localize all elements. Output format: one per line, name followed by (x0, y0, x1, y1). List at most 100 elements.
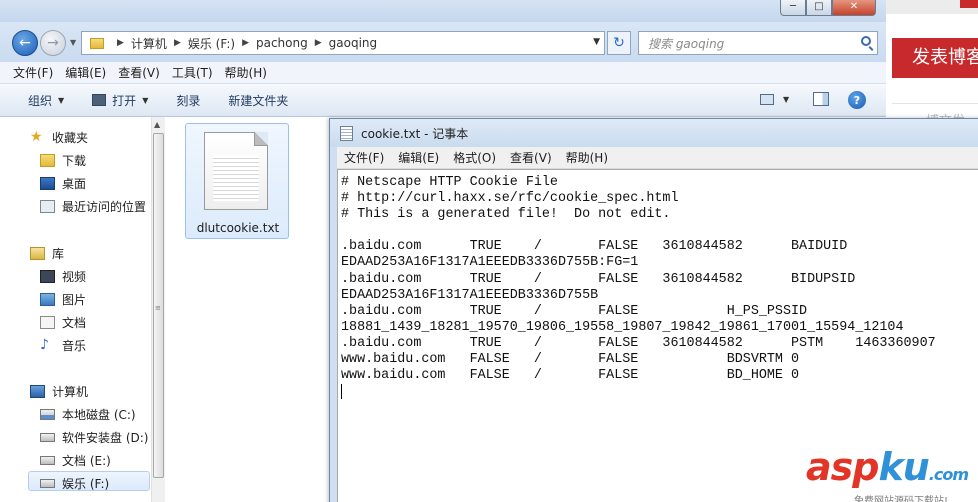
np-menu-format[interactable]: 格式(O) (453, 149, 496, 166)
watermark-ku: ku (878, 445, 929, 489)
nav-label: 音乐 (62, 339, 87, 353)
nav-drive-d[interactable]: 软件安装盘 (D:) (40, 429, 148, 446)
nav-label: 文档 (62, 316, 87, 330)
text-line: # http://curl.haxx.se/rfc/cookie_spec.ht… (341, 191, 679, 207)
nav-label: 计算机 (52, 385, 89, 399)
text-line: www.baidu.com FALSE / FALSE BDSVRTM 0 (341, 352, 800, 368)
nav-drive-f[interactable]: 娱乐 (F:) (40, 475, 109, 492)
recent-pages-arrow-icon[interactable]: ▼ (70, 38, 76, 47)
computer-icon (30, 385, 45, 398)
text-file-icon (204, 132, 268, 210)
publish-blog-button[interactable]: 发表博客 (892, 38, 978, 78)
chevron-right-icon[interactable]: ▶ (242, 38, 249, 48)
chevron-down-icon[interactable]: ▼ (783, 95, 789, 104)
burn-button[interactable]: 刻录 (176, 92, 200, 109)
chevron-right-icon[interactable]: ▶ (315, 38, 322, 48)
desktop-icon (40, 177, 55, 190)
chevron-right-icon[interactable]: ▶ (117, 38, 124, 48)
menu-tools[interactable]: 工具(T) (172, 64, 213, 81)
nav-scrollbar[interactable]: ▲ ≡ (151, 117, 165, 502)
menu-file[interactable]: 文件(F) (13, 64, 53, 81)
breadcrumb-computer[interactable]: 计算机 (131, 35, 167, 52)
nav-libraries[interactable]: 库 (30, 245, 64, 262)
menu-view[interactable]: 查看(V) (118, 64, 160, 81)
nav-desktop[interactable]: 桌面 (40, 175, 86, 192)
command-bar: 组织 ▼ 打开 ▼ 刻录 新建文件夹 (0, 84, 886, 117)
open-button[interactable]: 打开 ▼ (92, 92, 148, 109)
refresh-button[interactable]: ↻ (607, 31, 631, 55)
np-menu-help[interactable]: 帮助(H) (566, 149, 608, 166)
nav-documents[interactable]: 文档 (40, 314, 86, 331)
text-line: .baidu.com TRUE / FALSE 3610844582 PSTM … (341, 335, 936, 351)
search-input[interactable]: 搜索 gaoqing (638, 31, 878, 55)
open-label: 打开 (112, 93, 137, 108)
minimize-button[interactable]: ─ (780, 0, 806, 16)
back-button[interactable]: ← (12, 30, 38, 56)
downloads-folder-icon (40, 154, 55, 167)
window-controls: ─ □ ✕ (780, 0, 876, 16)
breadcrumb-drive-f[interactable]: 娱乐 (F:) (188, 35, 235, 52)
breadcrumb-pachong[interactable]: pachong (256, 36, 308, 50)
np-menu-edit[interactable]: 编辑(E) (398, 149, 439, 166)
file-name: dlutcookie.txt (196, 221, 280, 235)
forward-button[interactable]: → (40, 30, 66, 56)
grip-icon: ≡ (155, 304, 161, 312)
address-dropdown-icon[interactable]: ▼ (593, 37, 600, 47)
nav-pictures[interactable]: 图片 (40, 291, 86, 308)
text-line: 18881_1439_18281_19570_19806_19558_19807… (341, 319, 904, 335)
folder-icon (90, 37, 104, 49)
close-button[interactable]: ✕ (832, 0, 876, 16)
text-line: .baidu.com TRUE / FALSE 3610844582 BIDUP… (341, 271, 856, 287)
breadcrumb-gaoqing[interactable]: gaoqing (329, 36, 378, 50)
nav-recent[interactable]: 最近访问的位置 (40, 198, 146, 215)
search-icon[interactable] (861, 36, 871, 46)
document-icon (40, 316, 55, 329)
text-line (341, 223, 978, 239)
divider (892, 103, 978, 104)
scroll-up-icon[interactable]: ▲ (154, 120, 160, 129)
nav-music[interactable]: ♪ 音乐 (40, 337, 86, 354)
nav-favorites[interactable]: ★ 收藏夹 (30, 129, 88, 146)
search-placeholder: 搜索 gaoqing (648, 36, 725, 51)
open-with-icon (92, 94, 107, 106)
new-folder-button[interactable]: 新建文件夹 (228, 92, 288, 109)
nav-downloads[interactable]: 下载 (40, 152, 86, 169)
site-watermark: aspku.com 免费网站源码下载站! (806, 448, 978, 502)
file-item[interactable]: dlutcookie.txt (185, 123, 289, 239)
close-corner (960, 0, 978, 8)
organize-label: 组织 (28, 93, 53, 108)
np-menu-file[interactable]: 文件(F) (344, 149, 384, 166)
explorer-titlebar: ─ □ ✕ (0, 0, 886, 22)
system-drive-icon (40, 409, 55, 420)
preview-pane-icon[interactable] (813, 92, 829, 106)
nav-label: 娱乐 (F:) (62, 477, 110, 491)
address-bar[interactable]: ▶ 计算机 ▶ 娱乐 (F:) ▶ pachong ▶ gaoqing ▼ (81, 31, 605, 55)
chevron-right-icon[interactable]: ▶ (174, 38, 181, 48)
change-view-icon[interactable] (760, 94, 774, 105)
nav-computer[interactable]: 计算机 (30, 383, 88, 400)
text-line: www.baidu.com FALSE / FALSE BD_HOME 0 (341, 368, 800, 384)
drive-icon (40, 456, 55, 465)
notepad-titlebar[interactable]: cookie.txt - 记事本 (330, 119, 978, 147)
explorer-menubar: 文件(F) 编辑(E) 查看(V) 工具(T) 帮助(H) (0, 62, 886, 84)
maximize-button[interactable]: □ (806, 0, 832, 16)
music-note-icon: ♪ (40, 337, 49, 353)
text-lines-decoration (213, 155, 259, 201)
nav-drive-e[interactable]: 文档 (E:) (40, 452, 111, 469)
chevron-down-icon: ▼ (58, 95, 65, 105)
nav-label: 最近访问的位置 (62, 200, 147, 214)
nav-videos[interactable]: 视频 (40, 268, 86, 285)
new-folder-label: 新建文件夹 (228, 93, 289, 108)
nav-label: 下载 (62, 154, 87, 168)
text-line: .baidu.com TRUE / FALSE H_PS_PSSID (341, 303, 808, 319)
nav-label: 文档 (E:) (62, 454, 111, 468)
notepad-menubar: 文件(F) 编辑(E) 格式(O) 查看(V) 帮助(H) (337, 147, 978, 169)
organize-button[interactable]: 组织 ▼ (28, 92, 64, 109)
menu-help[interactable]: 帮助(H) (225, 64, 267, 81)
nav-label: 软件安装盘 (D:) (62, 431, 149, 445)
help-icon[interactable]: ? (848, 91, 866, 109)
np-menu-view[interactable]: 查看(V) (510, 149, 552, 166)
menu-edit[interactable]: 编辑(E) (65, 64, 106, 81)
nav-drive-c[interactable]: 本地磁盘 (C:) (40, 406, 136, 423)
nav-label: 库 (52, 247, 65, 261)
